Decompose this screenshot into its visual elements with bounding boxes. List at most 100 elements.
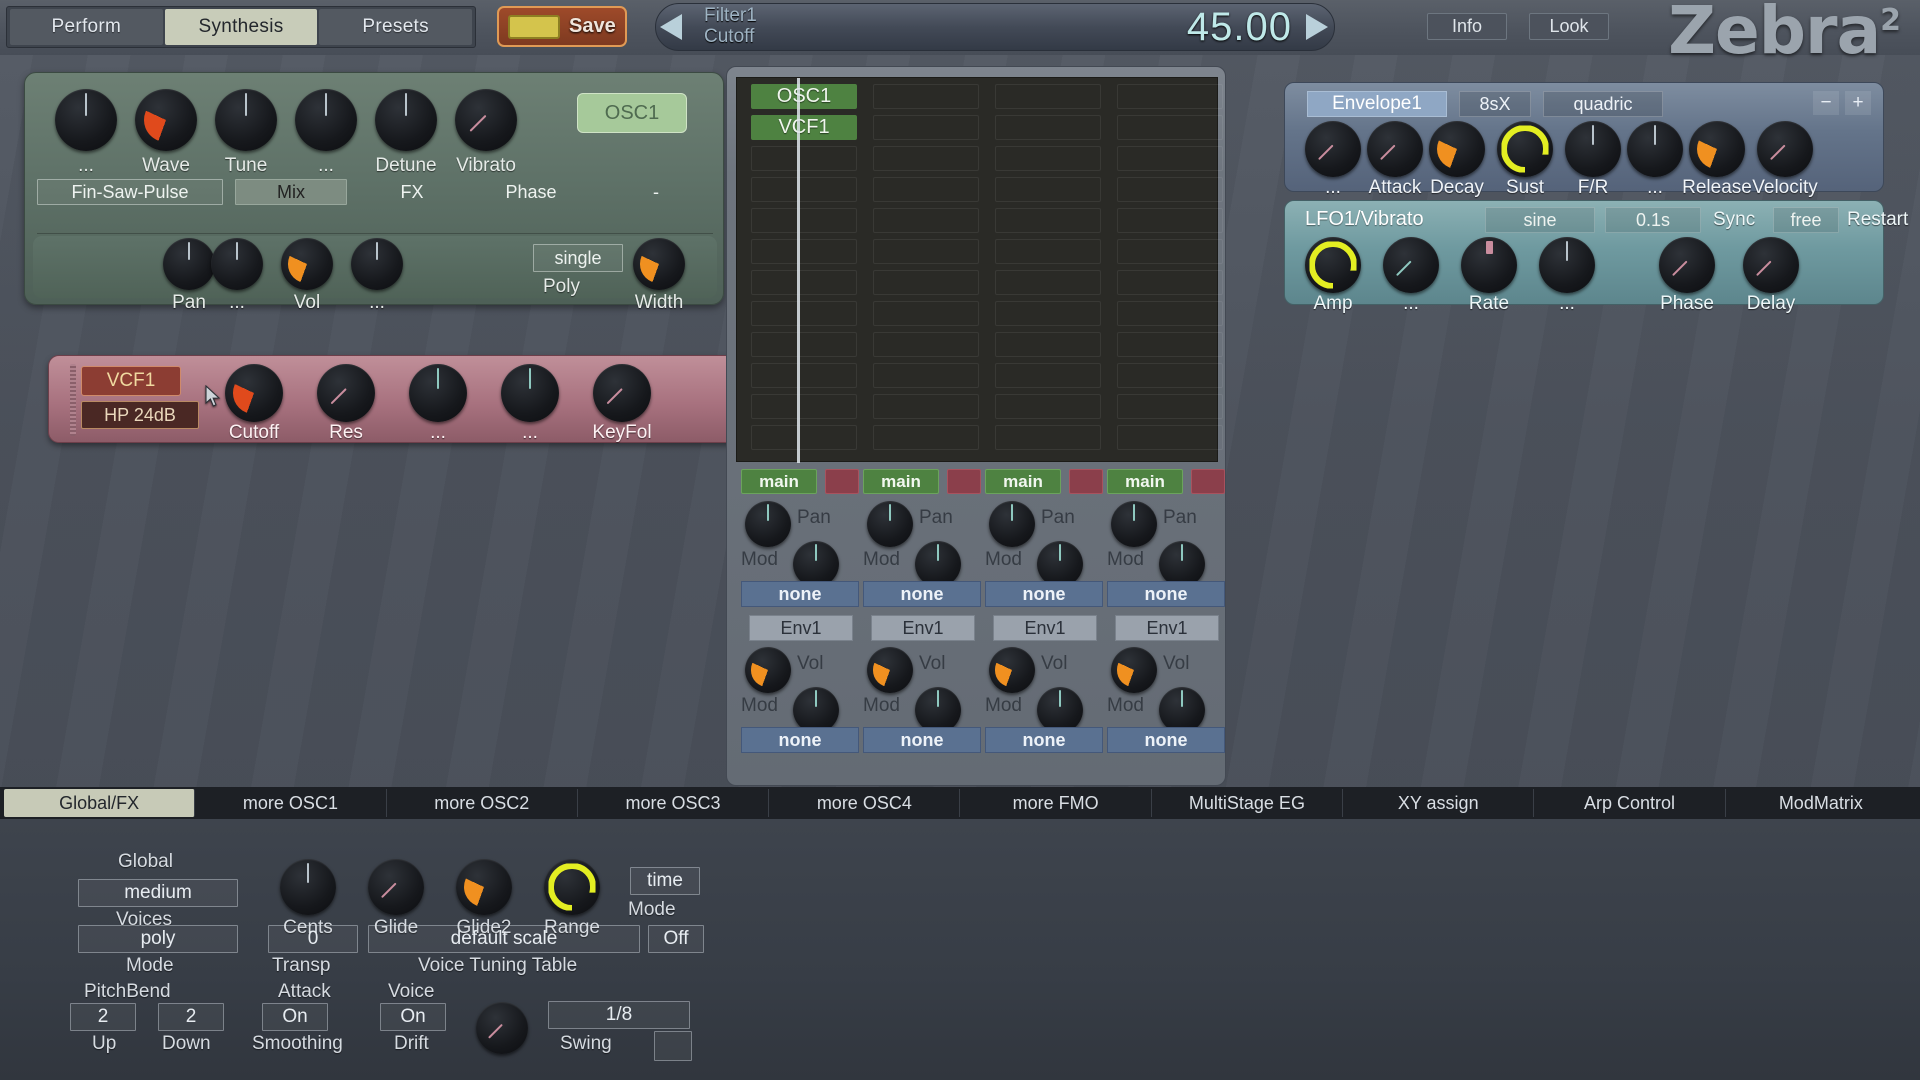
bottom-tab-arp-control[interactable]: Arp Control <box>1534 789 1726 817</box>
vcf1-knob-dotsdotsdots[interactable]: ... <box>501 364 559 443</box>
envelope1-knob-[interactable]: ... <box>1627 121 1683 198</box>
prev-arrow-icon[interactable] <box>656 7 690 47</box>
global-tuning-value[interactable]: default scale <box>368 925 640 953</box>
lfo1-name[interactable]: LFO1/Vibrato <box>1305 208 1424 231</box>
knob-dial[interactable] <box>1305 237 1361 293</box>
knob-dial[interactable] <box>135 89 197 151</box>
mixer-source2-select[interactable]: none <box>863 727 981 753</box>
vcf1-knob-keyfol[interactable]: KeyFol <box>592 364 652 443</box>
mixer-main-button[interactable]: main <box>985 469 1061 494</box>
grid-cell-empty[interactable] <box>995 208 1101 233</box>
knob-dial[interactable] <box>163 238 215 290</box>
grid-cell-empty[interactable] <box>751 425 857 450</box>
mixer-pan-knob[interactable] <box>1111 501 1157 547</box>
knob-dial[interactable] <box>1497 121 1553 177</box>
lfo1-wave-select[interactable]: sine <box>1485 207 1595 233</box>
grid-cell-empty[interactable] <box>1117 239 1223 264</box>
knob-dial[interactable] <box>1383 237 1439 293</box>
osc1-low-knob-vol[interactable]: Vol <box>281 238 333 313</box>
module-grid[interactable]: OSC1 VCF1 <box>736 77 1223 463</box>
osc1-knob-dotsdotsdots[interactable]: ... <box>55 89 117 176</box>
mixer-env-select[interactable]: Env1 <box>1115 615 1219 641</box>
grid-cell-empty[interactable] <box>995 239 1101 264</box>
bottom-tab-more-osc3[interactable]: more OSC3 <box>578 789 770 817</box>
global-knob-glide[interactable]: Glide <box>368 859 424 938</box>
mixer-pan-knob[interactable] <box>867 501 913 547</box>
knob-dial[interactable] <box>317 364 375 422</box>
lfo1-knob-amp[interactable]: Amp <box>1305 237 1361 314</box>
knob-dial[interactable] <box>1429 121 1485 177</box>
mixer-pan-knob[interactable] <box>989 501 1035 547</box>
knob-dial[interactable] <box>1743 237 1799 293</box>
mixer-vol-knob[interactable] <box>989 647 1035 693</box>
grid-cell-empty[interactable] <box>1117 363 1223 388</box>
grid-cell-empty[interactable] <box>1117 301 1223 326</box>
grid-cell-empty[interactable] <box>995 115 1101 140</box>
global-pitchbend-down-value[interactable]: 2 <box>158 1003 224 1031</box>
osc1-select-1[interactable]: Mix <box>235 179 347 205</box>
global-swing-value[interactable]: 1/8 <box>548 1001 690 1029</box>
grid-cell-empty[interactable] <box>873 363 979 388</box>
osc1-low-knob-dotsdotsdots[interactable]: ... <box>351 238 403 313</box>
knob-dial[interactable] <box>501 364 559 422</box>
osc1-knob-wave[interactable]: Wave <box>135 89 197 176</box>
grid-cell-empty[interactable] <box>995 84 1101 109</box>
global-transp-value[interactable]: 0 <box>268 925 358 953</box>
bottom-tab-more-osc4[interactable]: more OSC4 <box>769 789 961 817</box>
global-drift-value[interactable]: On <box>380 1003 446 1031</box>
vcf1-name-badge[interactable]: VCF1 <box>81 366 181 396</box>
grid-cell-empty[interactable] <box>873 270 979 295</box>
vcf1-knob-dotsdotsdots[interactable]: ... <box>409 364 467 443</box>
save-button[interactable]: Save <box>497 6 627 47</box>
envelope1-knob-decay[interactable]: Decay <box>1429 121 1485 198</box>
knob-dial[interactable] <box>1757 121 1813 177</box>
knob-dial[interactable] <box>368 859 424 915</box>
envelope1-knob-sust[interactable]: Sust <box>1497 121 1553 198</box>
global-smoothing-value[interactable]: On <box>262 1003 328 1031</box>
mixer-mute-button[interactable] <box>825 469 859 494</box>
grid-cell-empty[interactable] <box>1117 270 1223 295</box>
knob-dial[interactable] <box>295 89 357 151</box>
knob-dial[interactable] <box>1305 121 1361 177</box>
grid-cell-empty[interactable] <box>1117 208 1223 233</box>
mixer-source-select[interactable]: none <box>985 581 1103 607</box>
bottom-tab-multistage-eg[interactable]: MultiStage EG <box>1152 789 1344 817</box>
knob-dial[interactable] <box>1659 237 1715 293</box>
osc1-poly-value[interactable]: single <box>533 244 623 272</box>
lfo1-knob-rate[interactable]: Rate <box>1461 237 1517 314</box>
osc1-low-knob-width[interactable]: Width <box>633 238 685 313</box>
global-knob-glide2[interactable]: Glide2 <box>456 859 512 938</box>
bottom-tab-xy-assign[interactable]: XY assign <box>1343 789 1535 817</box>
mixer-source-select[interactable]: none <box>1107 581 1225 607</box>
global-swing-knob[interactable] <box>476 1002 528 1054</box>
grid-cell-empty[interactable] <box>873 425 979 450</box>
mixer-main-button[interactable]: main <box>863 469 939 494</box>
vcf1-drag-handle[interactable] <box>70 364 76 436</box>
global-mode-value[interactable]: poly <box>78 925 238 953</box>
vcf1-knob-cutoff[interactable]: Cutoff <box>225 364 283 443</box>
knob-dial[interactable] <box>280 859 336 915</box>
knob-dial[interactable] <box>593 364 651 422</box>
lfo1-sync-value[interactable]: free <box>1773 207 1839 233</box>
mixer-main-button[interactable]: main <box>1107 469 1183 494</box>
next-arrow-icon[interactable] <box>1300 7 1334 47</box>
lfo1-knob-dotsdotsdots[interactable]: ... <box>1539 237 1595 314</box>
mixer-source2-select[interactable]: none <box>985 727 1103 753</box>
knob-dial[interactable] <box>215 89 277 151</box>
osc1-select-2[interactable]: FX <box>357 179 467 205</box>
envelope1-knob-[interactable]: ... <box>1305 121 1361 198</box>
grid-cell-empty[interactable] <box>873 332 979 357</box>
envelope1-knob-attack[interactable]: Attack <box>1367 121 1423 198</box>
envelope1-curve-select[interactable]: quadric <box>1543 91 1663 117</box>
knob-dial[interactable] <box>211 238 263 290</box>
knob-dial[interactable] <box>409 364 467 422</box>
osc1-knob-detune[interactable]: Detune <box>375 89 437 176</box>
grid-cell-empty[interactable] <box>751 394 857 419</box>
osc1-badge[interactable]: OSC1 <box>577 93 687 133</box>
grid-cell-empty[interactable] <box>873 208 979 233</box>
grid-cell-empty[interactable] <box>751 270 857 295</box>
envelope1-knob-fr[interactable]: F/R <box>1565 121 1621 198</box>
mixer-mute-button[interactable] <box>1069 469 1103 494</box>
bottom-tab-more-osc2[interactable]: more OSC2 <box>387 789 578 817</box>
grid-cell-empty[interactable] <box>751 301 857 326</box>
